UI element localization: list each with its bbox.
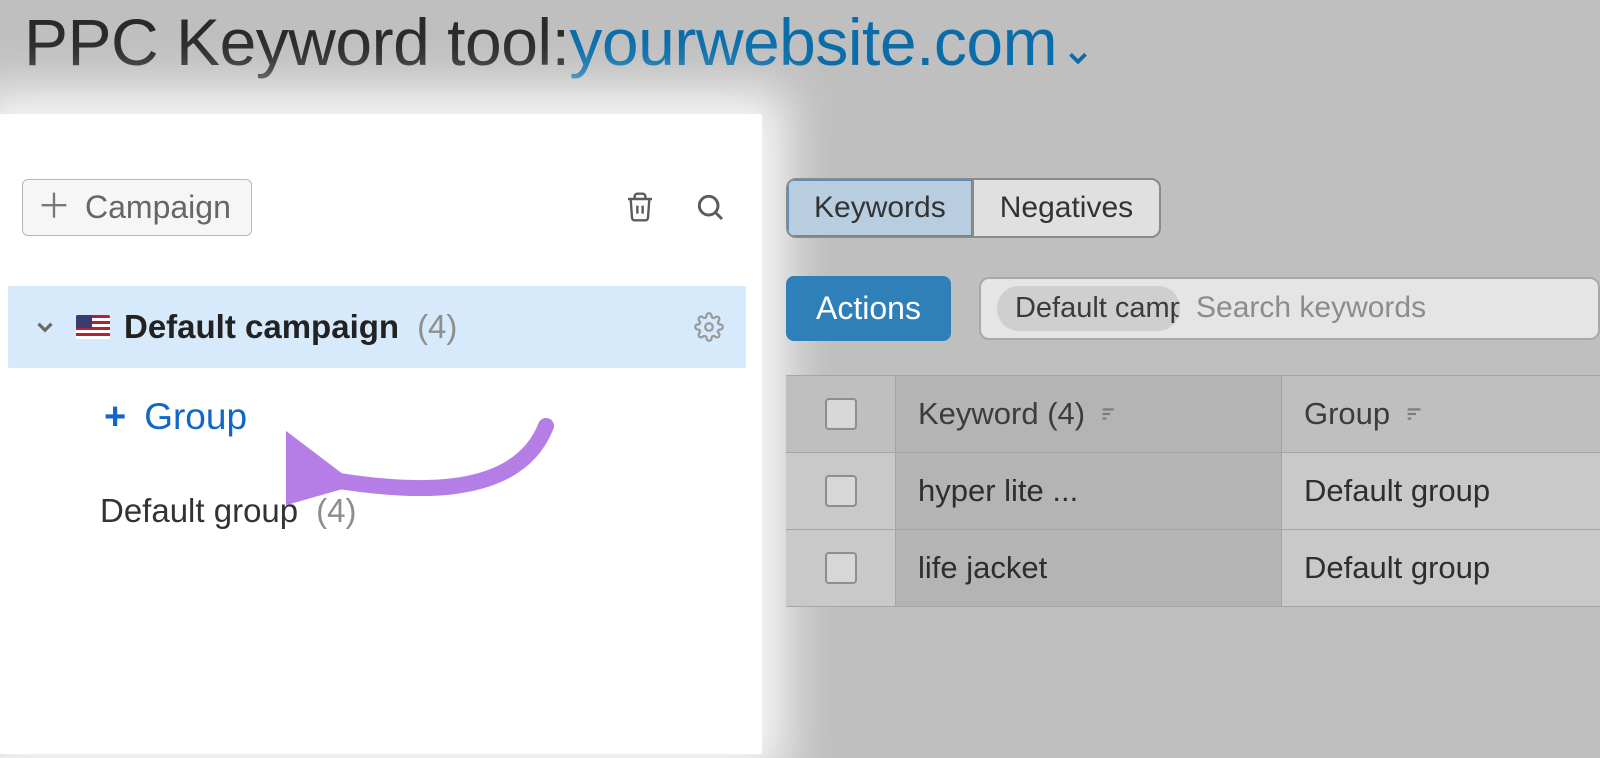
keyword-table: Keyword (4) Group hyper lite ... Default… (786, 375, 1600, 607)
actions-row: Actions Default campa (786, 276, 1600, 341)
sort-icon (1099, 403, 1121, 425)
add-group-label: Group (144, 396, 247, 438)
table-head: Keyword (4) Group (786, 375, 1600, 453)
campaign-name: Default campaign (124, 308, 399, 346)
site-name: yourwebsite.com (569, 5, 1057, 79)
col-group-label: Group (1304, 396, 1390, 432)
title-prefix: PPC Keyword tool: (24, 5, 569, 79)
filter-chip[interactable]: Default campa (997, 286, 1180, 331)
plus-icon: + (104, 398, 126, 436)
tab-negatives[interactable]: Negatives (974, 180, 1159, 236)
tab-bar: Keywords Negatives (786, 178, 1161, 238)
col-keyword-label: Keyword (4) (918, 396, 1085, 432)
group-name: Default group (100, 492, 298, 530)
table-row: life jacket Default group (786, 530, 1600, 607)
plus-icon: ＋ (37, 190, 71, 224)
us-flag-icon (76, 315, 110, 339)
row-checkbox[interactable] (825, 475, 857, 507)
actions-button[interactable]: Actions (786, 276, 951, 341)
tab-keywords[interactable]: Keywords (788, 180, 974, 236)
site-dropdown[interactable]: yourwebsite.com (569, 5, 1093, 79)
keyword-cell[interactable]: life jacket (896, 530, 1282, 606)
sidebar: ＋ Campaign Default campaign (4) (0, 114, 762, 754)
search-wrap: Default campa (979, 277, 1600, 340)
col-keyword-header[interactable]: Keyword (4) (896, 376, 1282, 452)
search-input[interactable] (1196, 291, 1582, 325)
page-title: PPC Keyword tool:yourwebsite.com (24, 4, 1584, 86)
group-cell[interactable]: Default group (1282, 453, 1600, 529)
search-icon (694, 191, 726, 223)
page-header: PPC Keyword tool:yourwebsite.com (0, 0, 1600, 114)
main-panel: Keywords Negatives Actions Default campa… (762, 114, 1600, 754)
campaign-row[interactable]: Default campaign (4) (8, 286, 746, 368)
table-body: hyper lite ... Default group life jacket… (786, 453, 1600, 607)
sidebar-toolbar: ＋ Campaign (22, 179, 732, 236)
chevron-down-icon (1063, 12, 1093, 88)
group-cell[interactable]: Default group (1282, 530, 1600, 606)
trash-icon (624, 191, 656, 223)
campaign-count: (4) (417, 308, 457, 346)
group-row[interactable]: Default group (4) (22, 460, 732, 530)
search-sidebar-button[interactable] (688, 185, 732, 229)
select-all-cell (786, 376, 896, 452)
keyword-cell[interactable]: hyper lite ... (896, 453, 1282, 529)
group-count: (4) (316, 492, 356, 530)
select-all-checkbox[interactable] (825, 398, 857, 430)
chevron-down-icon (32, 314, 58, 340)
add-campaign-label: Campaign (85, 189, 231, 226)
row-checkbox[interactable] (825, 552, 857, 584)
add-campaign-button[interactable]: ＋ Campaign (22, 179, 252, 236)
add-group-button[interactable]: + Group (22, 368, 732, 460)
table-row: hyper lite ... Default group (786, 453, 1600, 530)
delete-button[interactable] (618, 185, 662, 229)
col-group-header[interactable]: Group (1282, 376, 1600, 452)
gear-icon[interactable] (694, 312, 724, 342)
sort-icon (1404, 403, 1426, 425)
